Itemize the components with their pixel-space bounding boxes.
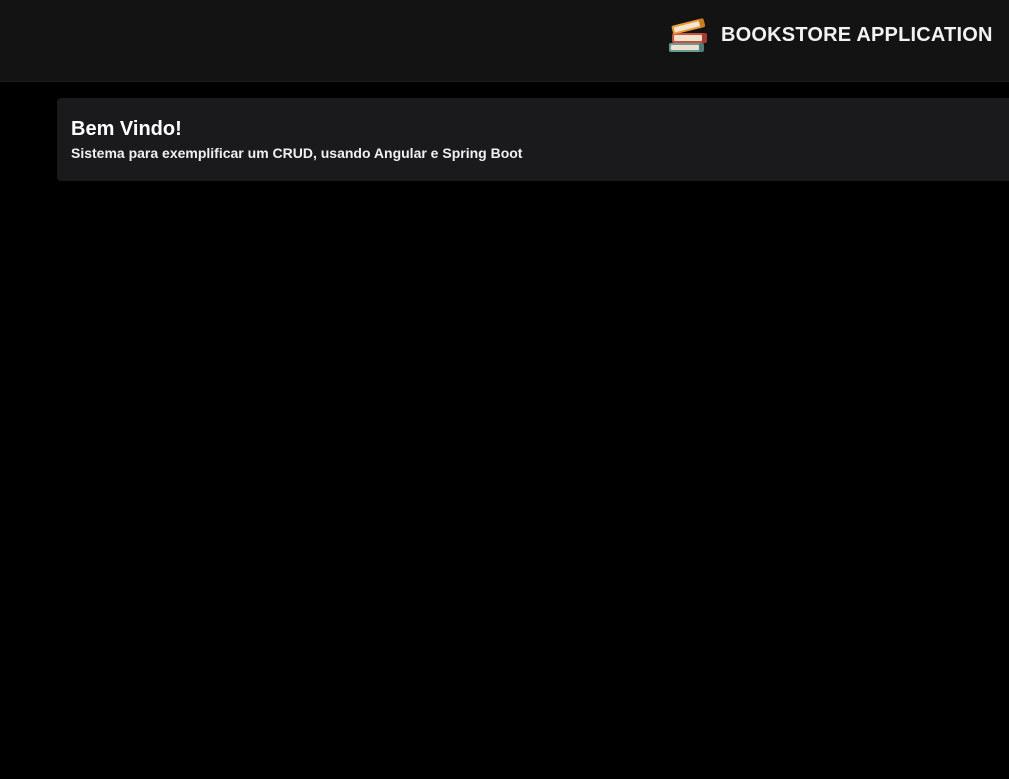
brand[interactable]: BOOKSTORE APPLICATION xyxy=(666,15,993,55)
welcome-card: Bem Vindo! Sistema para exemplificar um … xyxy=(57,98,1009,181)
welcome-title: Bem Vindo! xyxy=(71,118,182,140)
welcome-subtitle: Sistema para exemplificar um CRUD, usand… xyxy=(71,145,523,161)
top-toolbar: BOOKSTORE APPLICATION xyxy=(0,0,1009,82)
books-stack-icon xyxy=(669,18,707,52)
app-title: BOOKSTORE APPLICATION xyxy=(721,23,993,46)
